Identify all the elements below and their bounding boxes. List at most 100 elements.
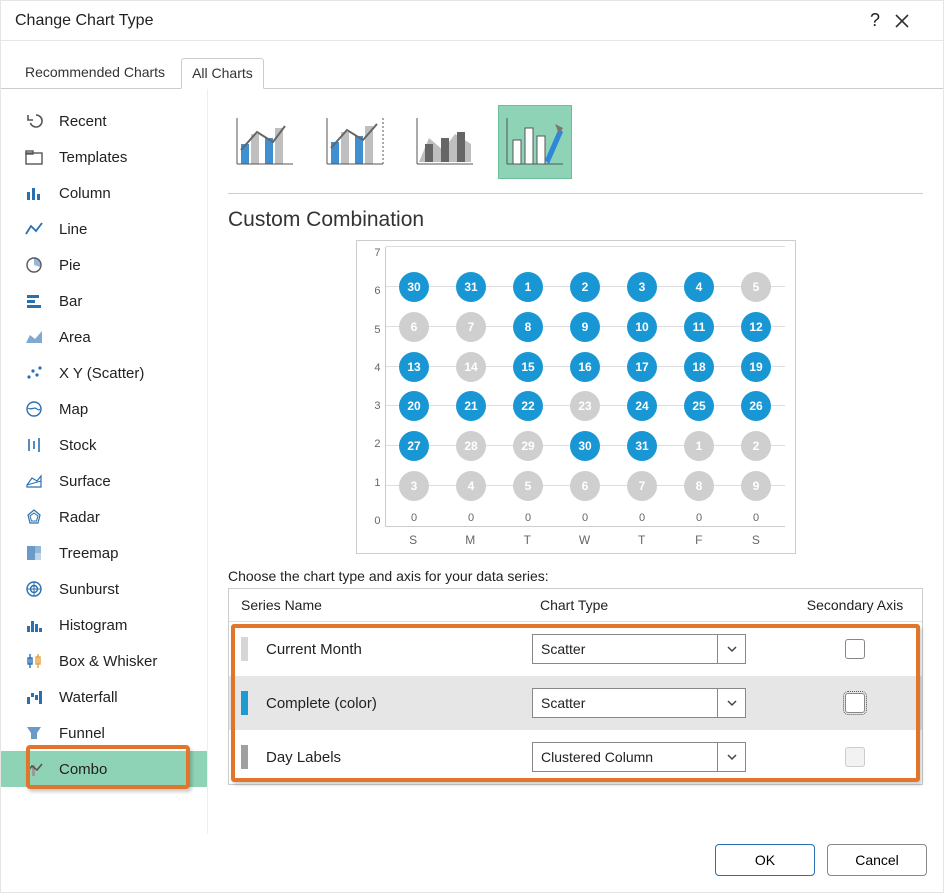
bar-zero-label: 0 bbox=[639, 512, 645, 524]
chart-point: 2 bbox=[570, 272, 600, 302]
line-icon bbox=[23, 218, 45, 240]
sidebar-item-area[interactable]: Area bbox=[1, 319, 207, 355]
box-icon bbox=[23, 650, 45, 672]
subtype-clustered-column-line[interactable] bbox=[228, 105, 302, 179]
sidebar-item-waterfall[interactable]: Waterfall bbox=[1, 679, 207, 715]
sidebar-item-treemap[interactable]: Treemap bbox=[1, 535, 207, 571]
sidebar-item-x-y-scatter-[interactable]: X Y (Scatter) bbox=[1, 355, 207, 391]
bar-zero-label: 0 bbox=[411, 512, 417, 524]
chart-point: 11 bbox=[684, 312, 714, 342]
sidebar-item-pie[interactable]: Pie bbox=[1, 247, 207, 283]
chart-point: 5 bbox=[741, 272, 771, 302]
y-tick: 2 bbox=[374, 438, 380, 450]
sidebar-item-line[interactable]: Line bbox=[1, 211, 207, 247]
ok-button[interactable]: OK bbox=[715, 844, 815, 876]
close-button[interactable] bbox=[893, 12, 929, 30]
dialog-title: Change Chart Type bbox=[15, 12, 857, 30]
chart-type-select[interactable]: Scatter bbox=[532, 688, 746, 718]
chart-point: 27 bbox=[399, 431, 429, 461]
subtype-column-line-secondary[interactable] bbox=[318, 105, 392, 179]
subtype-custom-combination[interactable] bbox=[498, 105, 572, 179]
chart-type-select[interactable]: Scatter bbox=[532, 634, 746, 664]
series-swatch bbox=[241, 745, 248, 769]
x-axis: SMTWTFS bbox=[385, 527, 785, 547]
cancel-button[interactable]: Cancel bbox=[827, 844, 927, 876]
series-swatch bbox=[241, 691, 248, 715]
y-tick: 1 bbox=[374, 477, 380, 489]
histogram-icon bbox=[23, 614, 45, 636]
chart-point: 7 bbox=[456, 312, 486, 342]
treemap-icon bbox=[23, 542, 45, 564]
sidebar-item-recent[interactable]: Recent bbox=[1, 103, 207, 139]
secondary-axis-checkbox[interactable] bbox=[845, 639, 865, 659]
chart-point: 13 bbox=[399, 352, 429, 382]
chart-point: 16 bbox=[570, 352, 600, 382]
series-rows: Current MonthScatterComplete (color)Scat… bbox=[229, 622, 922, 784]
subtype-stacked-area-column[interactable] bbox=[408, 105, 482, 179]
series-row[interactable]: Current MonthScatter bbox=[229, 622, 922, 676]
waterfall-icon bbox=[23, 686, 45, 708]
column-icon bbox=[23, 182, 45, 204]
tab-strip: Recommended Charts All Charts bbox=[1, 41, 943, 89]
chart-point: 1 bbox=[513, 272, 543, 302]
sidebar-item-sunburst[interactable]: Sunburst bbox=[1, 571, 207, 607]
chart-point: 26 bbox=[741, 391, 771, 421]
sidebar-item-surface[interactable]: Surface bbox=[1, 463, 207, 499]
series-row[interactable]: Day LabelsClustered Column bbox=[229, 730, 922, 784]
chart-point: 20 bbox=[399, 391, 429, 421]
x-tick: T bbox=[499, 533, 556, 547]
help-button[interactable]: ? bbox=[857, 10, 893, 31]
tab-all-charts[interactable]: All Charts bbox=[181, 58, 264, 89]
chart-point: 3 bbox=[399, 471, 429, 501]
chart-type-select[interactable]: Clustered Column bbox=[532, 742, 746, 772]
chart-point: 10 bbox=[627, 312, 657, 342]
bar-zero-label: 0 bbox=[468, 512, 474, 524]
y-tick: 7 bbox=[374, 247, 380, 259]
chart-type-value: Scatter bbox=[533, 695, 717, 711]
tab-recommended-charts[interactable]: Recommended Charts bbox=[15, 58, 175, 89]
sidebar-item-label: Map bbox=[59, 401, 88, 418]
series-row[interactable]: Complete (color)Scatter bbox=[229, 676, 922, 730]
sidebar-item-histogram[interactable]: Histogram bbox=[1, 607, 207, 643]
series-config-box: Series Name Chart Type Secondary Axis Cu… bbox=[228, 588, 923, 785]
header-chart-type: Chart Type bbox=[540, 597, 800, 613]
sidebar-item-combo[interactable]: Combo bbox=[1, 751, 207, 787]
chart-point: 15 bbox=[513, 352, 543, 382]
x-tick: M bbox=[442, 533, 499, 547]
sidebar-item-label: Area bbox=[59, 329, 91, 346]
combo-area-column-icon bbox=[415, 114, 475, 170]
sidebar-item-label: Treemap bbox=[59, 545, 118, 562]
chart-type-sidebar: RecentTemplatesColumnLinePieBar Area X Y (… bbox=[1, 89, 208, 834]
chart-point: 4 bbox=[456, 471, 486, 501]
bar-zero-label: 0 bbox=[753, 512, 759, 524]
sidebar-item-radar[interactable]: Radar bbox=[1, 499, 207, 535]
y-tick: 3 bbox=[374, 400, 380, 412]
x-tick: T bbox=[613, 533, 670, 547]
chart-point: 28 bbox=[456, 431, 486, 461]
dialog-footer: OK Cancel bbox=[1, 834, 943, 892]
sidebar-item-label: Histogram bbox=[59, 617, 127, 634]
chart-point: 23 bbox=[570, 391, 600, 421]
combo-column-line-secondary-icon bbox=[325, 114, 385, 170]
sidebar-item-map[interactable]: Map bbox=[1, 391, 207, 427]
pie-icon bbox=[23, 254, 45, 276]
secondary-axis-checkbox[interactable] bbox=[845, 693, 865, 713]
y-tick: 5 bbox=[374, 324, 380, 336]
sidebar-item-label: Funnel bbox=[59, 725, 105, 742]
chart-point: 6 bbox=[399, 312, 429, 342]
stock-icon bbox=[23, 434, 45, 456]
sidebar-item-templates[interactable]: Templates bbox=[1, 139, 207, 175]
sidebar-item-bar[interactable]: Bar bbox=[1, 283, 207, 319]
chart-point: 5 bbox=[513, 471, 543, 501]
series-header-row: Series Name Chart Type Secondary Axis bbox=[229, 589, 922, 622]
bar-zero-label: 0 bbox=[582, 512, 588, 524]
chevron-down-icon bbox=[717, 743, 745, 771]
sidebar-item-column[interactable]: Column bbox=[1, 175, 207, 211]
chart-point: 1 bbox=[684, 431, 714, 461]
sidebar-item-box-whisker[interactable]: Box & Whisker bbox=[1, 643, 207, 679]
sidebar-item-stock[interactable]: Stock bbox=[1, 427, 207, 463]
chart-point: 18 bbox=[684, 352, 714, 382]
sidebar-item-funnel[interactable]: Funnel bbox=[1, 715, 207, 751]
surface-icon bbox=[23, 470, 45, 492]
sidebar-item-label: Sunburst bbox=[59, 581, 119, 598]
